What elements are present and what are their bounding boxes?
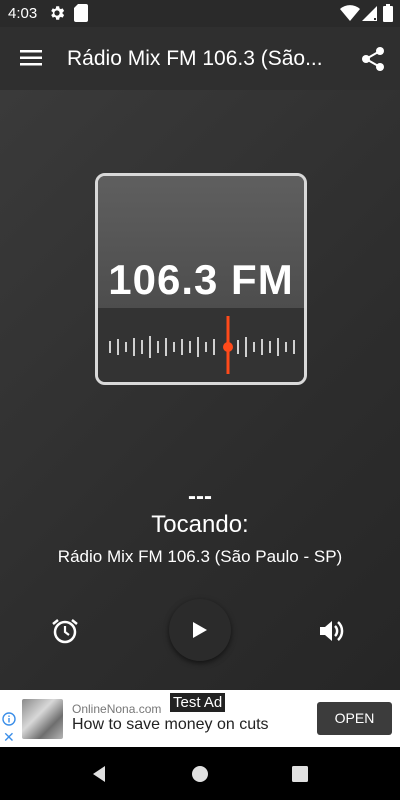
ad-image[interactable] (22, 699, 63, 739)
frequency-label: 106.3 FM (108, 256, 294, 303)
app-bar: Rádio Mix FM 106.3 (São... (0, 27, 400, 90)
ad-close-icon[interactable]: ✕ (3, 729, 15, 746)
back-icon[interactable] (89, 764, 109, 784)
player-area: 106.3 FM --- Tocando: Rádio Mix FM 106.3… (0, 90, 400, 690)
ad-tag: Test Ad (170, 693, 226, 712)
now-playing-label: Tocando: (151, 511, 249, 538)
play-button[interactable] (169, 599, 231, 661)
recents-icon[interactable] (290, 764, 310, 784)
ad-info-icon[interactable] (2, 712, 16, 726)
station-name: Rádio Mix FM 106.3 (São Paulo - SP) (57, 547, 343, 566)
home-icon[interactable] (190, 764, 210, 784)
radio-dial-card: 106.3 FM (95, 173, 307, 385)
dial-scale (98, 308, 304, 382)
volume-icon[interactable] (316, 616, 346, 646)
ad-open-button[interactable]: OPEN (317, 702, 392, 735)
page-title: Rádio Mix FM 106.3 (São... (67, 47, 323, 70)
status-bar: 4:03 (0, 0, 400, 27)
battery-icon (383, 4, 393, 22)
track-title: --- (188, 483, 212, 510)
menu-icon[interactable] (14, 45, 48, 71)
play-icon (193, 622, 207, 638)
navigation-bar (0, 747, 400, 800)
settings-icon (51, 6, 65, 20)
sd-card-icon (74, 4, 88, 22)
alarm-icon[interactable] (50, 616, 80, 646)
status-time: 4:03 (8, 5, 38, 22)
ad-source: OnlineNona.com (72, 702, 162, 716)
ad-banner[interactable]: ✕ OnlineNona.com Test Ad How to save mon… (0, 690, 400, 747)
share-icon[interactable] (358, 45, 388, 73)
ad-headline[interactable]: How to save money on cuts (72, 716, 269, 734)
tuning-scale-icon (109, 316, 295, 374)
wifi-icon (340, 5, 360, 21)
signal-icon (362, 6, 377, 21)
